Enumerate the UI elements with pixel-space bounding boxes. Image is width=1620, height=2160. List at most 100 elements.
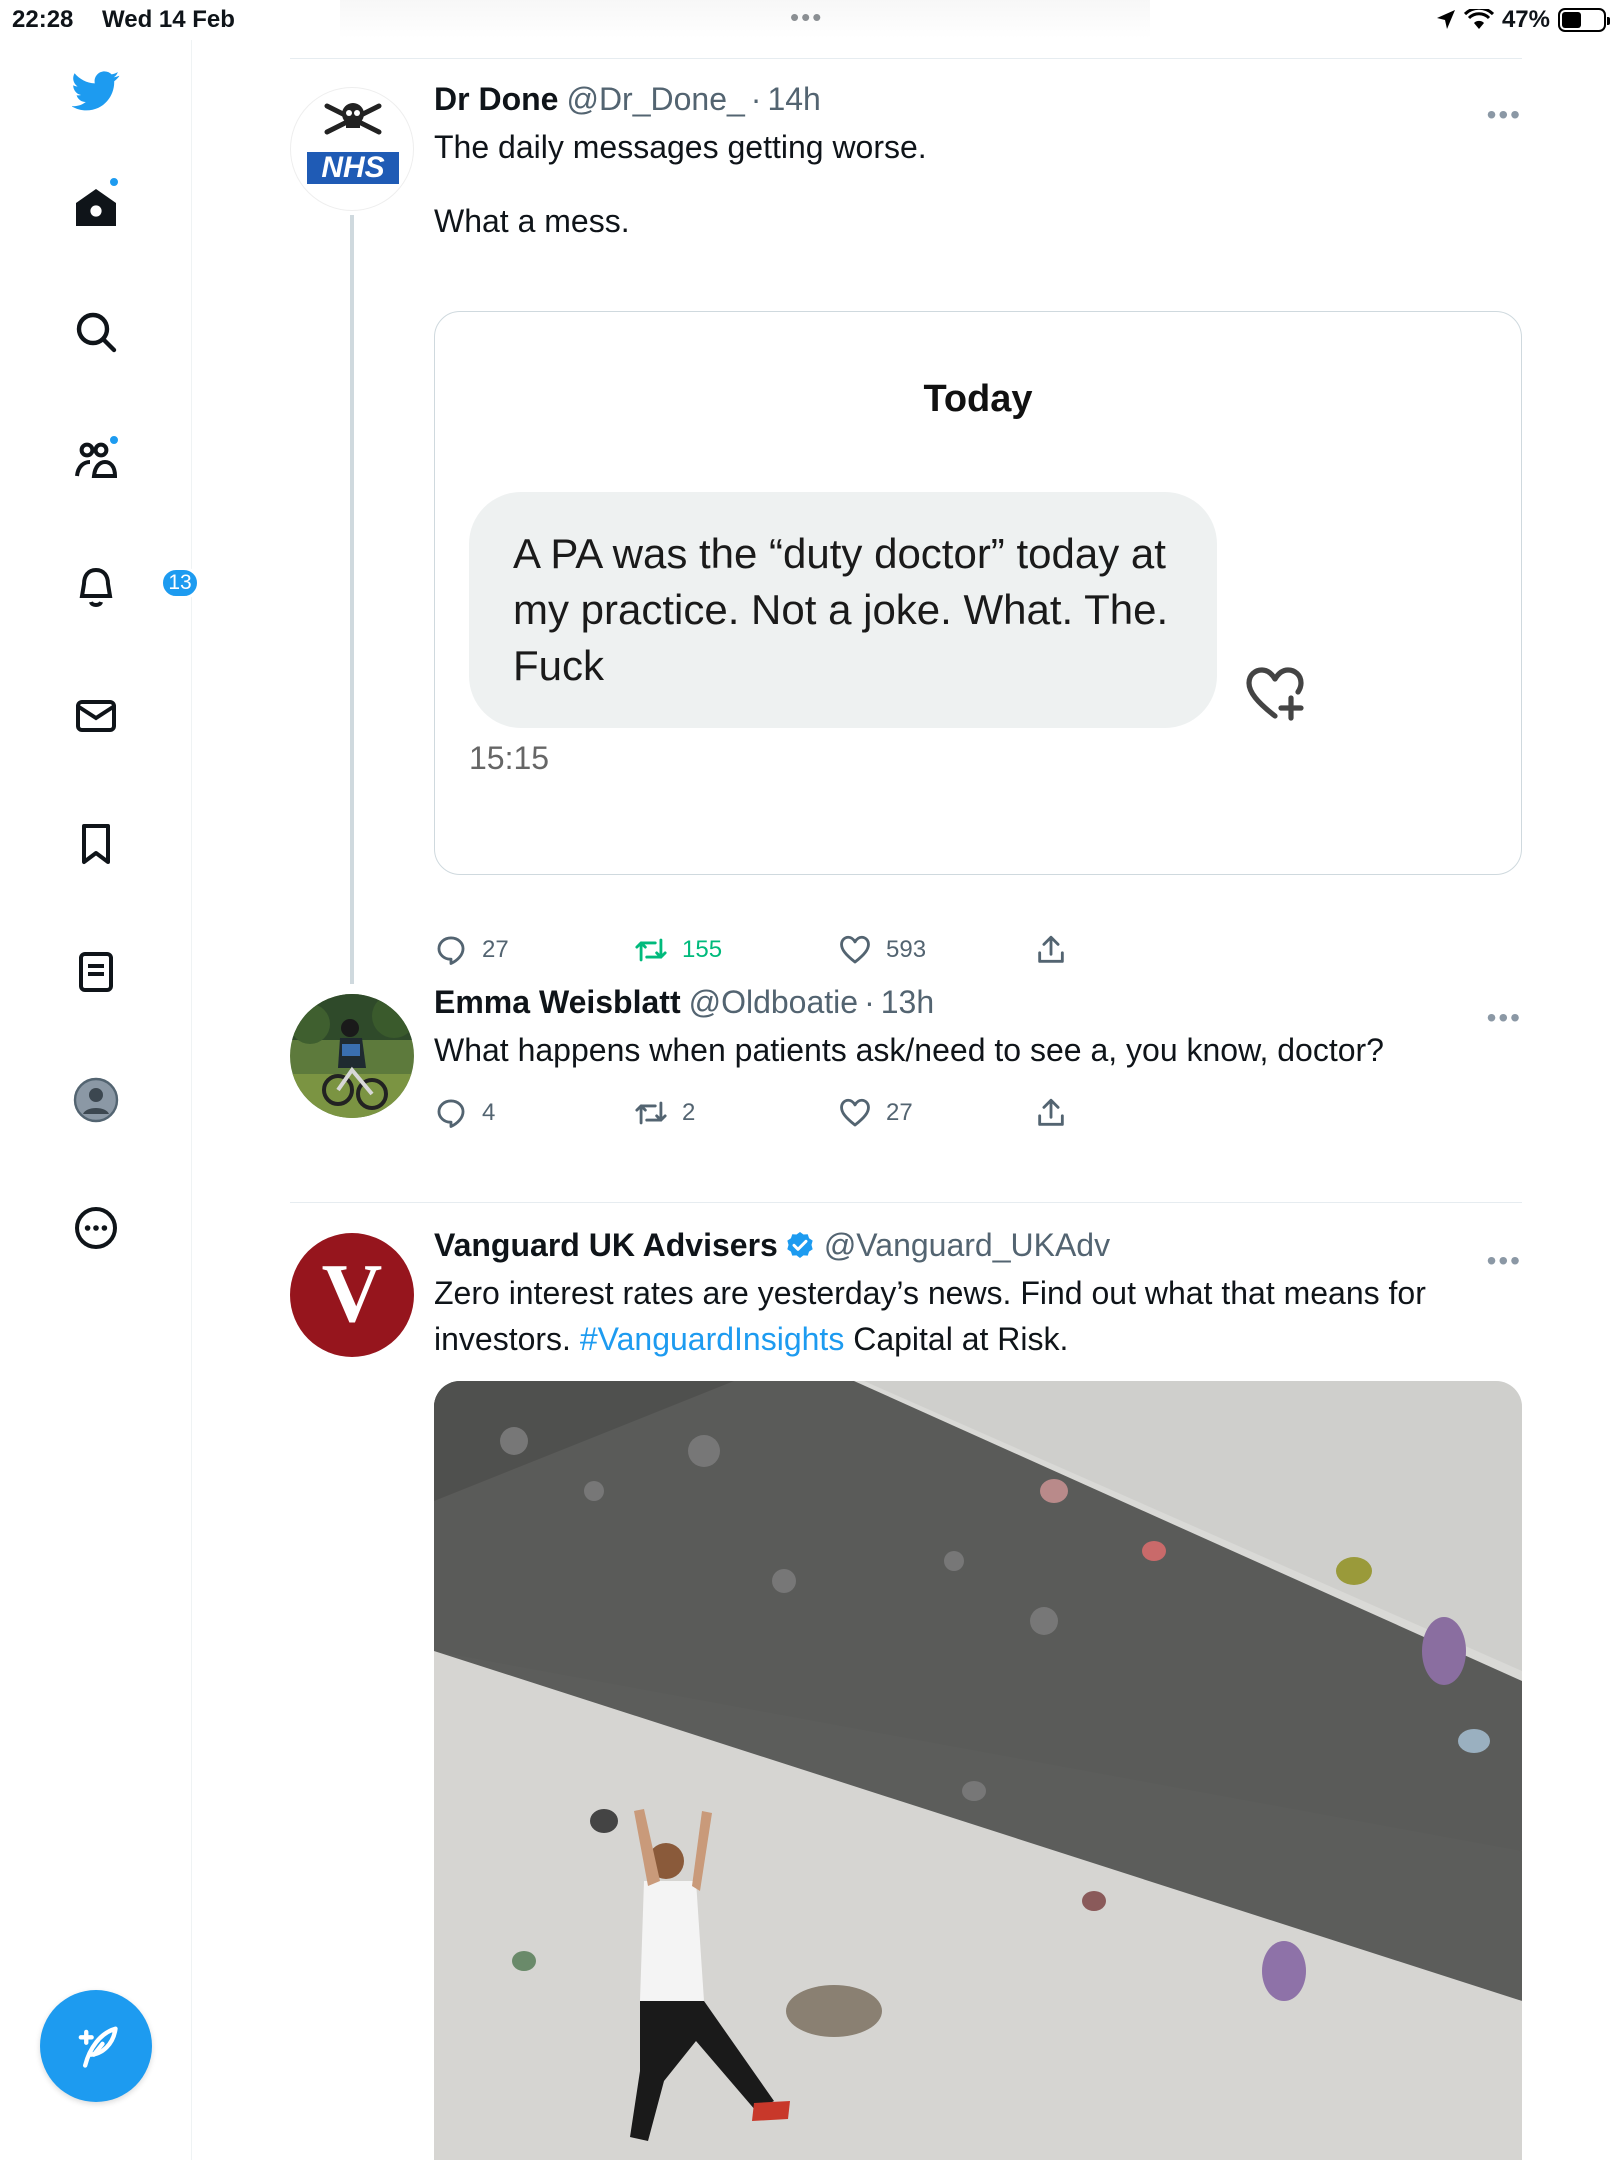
heart-plus-icon xyxy=(1246,667,1304,721)
status-date: Wed 14 Feb xyxy=(102,6,235,33)
sidebar-nav: 13 xyxy=(0,40,200,2160)
message-bubble: A PA was the “duty doctor” today at my p… xyxy=(469,492,1217,728)
compose-tweet-button[interactable] xyxy=(40,1990,152,2102)
author-name[interactable]: Dr Done xyxy=(434,81,558,118)
tweet-header: Dr Done @Dr_Done_ · 14h xyxy=(434,81,1522,118)
cyclist-photo xyxy=(290,994,414,1118)
like-button[interactable]: 593 xyxy=(838,933,926,967)
verified-badge-icon xyxy=(787,1231,813,1258)
nav-profile[interactable] xyxy=(60,1064,132,1136)
heart-icon xyxy=(840,1098,870,1127)
avatar[interactable]: V xyxy=(290,1233,414,1357)
author-handle[interactable]: @Vanguard_UKAdv xyxy=(824,1227,1110,1264)
top-bar-shade xyxy=(340,0,1150,38)
communities-unread-dot xyxy=(108,434,120,446)
like-count: 593 xyxy=(886,936,927,963)
author-handle[interactable]: @Dr_Done_ xyxy=(566,81,744,118)
share-button[interactable] xyxy=(1034,933,1068,967)
tweet-emma-weisblatt[interactable]: Emma Weisblatt @Oldboatie · 13h ••• What… xyxy=(290,984,1522,1202)
avatar[interactable]: NHS xyxy=(290,87,414,211)
retweet-count: 155 xyxy=(682,936,723,963)
nav-communities[interactable] xyxy=(60,424,132,496)
reply-button[interactable]: 27 xyxy=(434,933,509,967)
author-name[interactable]: Vanguard UK Advisers xyxy=(434,1227,778,1264)
bookmark-icon xyxy=(82,824,110,864)
battery-percent: 47% xyxy=(1501,6,1550,33)
like-count: 27 xyxy=(886,1099,913,1126)
tweet-dr-done[interactable]: NHS Dr Done @Dr_Done_ · 14h ••• The dail… xyxy=(290,59,1522,984)
retweet-count: 2 xyxy=(682,1099,696,1126)
location-icon xyxy=(1436,10,1455,29)
list-icon xyxy=(79,952,113,992)
tweet-text-tail: Capital at Risk. xyxy=(844,1321,1069,1357)
retweet-icon xyxy=(635,938,667,962)
tweet-actions: 27 155 593 xyxy=(434,933,1094,973)
status-time: 22:28 xyxy=(12,6,74,33)
author-handle[interactable]: @Oldboatie xyxy=(689,984,858,1021)
nav-lists[interactable] xyxy=(60,936,132,1008)
header-separator: · xyxy=(750,81,762,117)
tweet-more-options-icon[interactable]: ••• xyxy=(1487,1002,1522,1034)
climbing-wall-photo xyxy=(434,1381,1522,2160)
tweet-timestamp[interactable]: 13h xyxy=(881,984,934,1021)
tweet-body: Emma Weisblatt @Oldboatie · 13h ••• What… xyxy=(434,984,1522,1202)
author-name[interactable]: Emma Weisblatt xyxy=(434,984,681,1021)
wifi-icon xyxy=(1463,9,1494,29)
battery-level xyxy=(1562,12,1581,28)
nav-messages[interactable] xyxy=(60,680,132,752)
notifications-badge: 13 xyxy=(160,567,200,599)
tweet-timestamp[interactable]: 14h xyxy=(767,81,820,118)
nav-home[interactable] xyxy=(60,172,132,244)
like-button[interactable]: 27 xyxy=(838,1096,913,1130)
tweet-actions: 4 2 27 xyxy=(434,1096,1094,1136)
retweet-button[interactable]: 155 xyxy=(634,933,722,967)
heart-icon xyxy=(840,935,870,964)
more-circle-icon xyxy=(75,1207,117,1249)
share-icon xyxy=(1038,935,1064,963)
nav-bookmarks[interactable] xyxy=(60,808,132,880)
tweet-text-line2: What a mess. xyxy=(434,203,630,239)
status-bar: 22:28 Wed 14 Feb ••• 47% xyxy=(0,0,1620,40)
avatar-icon xyxy=(73,1077,119,1123)
envelope-icon xyxy=(76,700,116,732)
share-button[interactable] xyxy=(1034,1096,1068,1130)
home-icon xyxy=(76,189,116,226)
retweet-button[interactable]: 2 xyxy=(634,1096,695,1130)
tweet-header: Vanguard UK Advisers @Vanguard_UKAdv xyxy=(434,1227,1522,1264)
bell-icon xyxy=(79,567,113,607)
tweet-body: Dr Done @Dr_Done_ · 14h ••• The daily me… xyxy=(434,81,1522,984)
tweet-media-image[interactable] xyxy=(434,1381,1522,2160)
timeline: NHS Dr Done @Dr_Done_ · 14h ••• The dail… xyxy=(290,58,1522,2160)
vanguard-logo: V xyxy=(321,1247,383,1340)
search-icon xyxy=(76,312,117,353)
tweet-more-options-icon[interactable]: ••• xyxy=(1487,99,1522,131)
battery-icon xyxy=(1558,8,1610,32)
hashtag-link[interactable]: #VanguardInsights xyxy=(580,1321,844,1357)
multitasking-dots-icon[interactable]: ••• xyxy=(790,2,823,33)
tweet-text: Zero interest rates are yesterday’s news… xyxy=(434,1270,1522,1362)
retweet-icon xyxy=(635,1101,667,1125)
tweet-more-options-icon[interactable]: ••• xyxy=(1487,1245,1522,1277)
reply-icon xyxy=(437,1099,465,1128)
reply-count: 27 xyxy=(482,936,509,963)
message-day-header: Today xyxy=(923,378,1033,420)
tweet-text: What happens when patients ask/need to s… xyxy=(434,1032,1384,1068)
tweet-vanguard[interactable]: V Vanguard UK Advisers @Vanguard_UKAdv •… xyxy=(290,1203,1522,2160)
tweet-media-screenshot[interactable]: Today A PA was the “duty doctor” today a… xyxy=(434,311,1522,875)
avatar[interactable] xyxy=(290,994,414,1118)
header-separator: · xyxy=(864,984,875,1020)
tweet-header: Emma Weisblatt @Oldboatie · 13h xyxy=(434,984,1522,1021)
message-time: 15:15 xyxy=(469,740,550,776)
compose-feather-icon xyxy=(78,2026,118,2068)
reply-count: 4 xyxy=(482,1099,496,1126)
nav-more[interactable] xyxy=(60,1192,132,1264)
tweet-text-line1: The daily messages getting worse. xyxy=(434,129,927,165)
reply-icon xyxy=(437,936,465,965)
tweet-body: Vanguard UK Advisers @Vanguard_UKAdv •••… xyxy=(434,1227,1522,2160)
skull-crossbones-icon xyxy=(307,103,399,184)
nav-notifications[interactable]: 13 xyxy=(60,552,200,624)
status-indicators: 47% xyxy=(1436,6,1610,34)
nav-explore[interactable] xyxy=(60,296,132,368)
reply-button[interactable]: 4 xyxy=(434,1096,495,1130)
twitter-logo-icon[interactable] xyxy=(60,54,132,126)
